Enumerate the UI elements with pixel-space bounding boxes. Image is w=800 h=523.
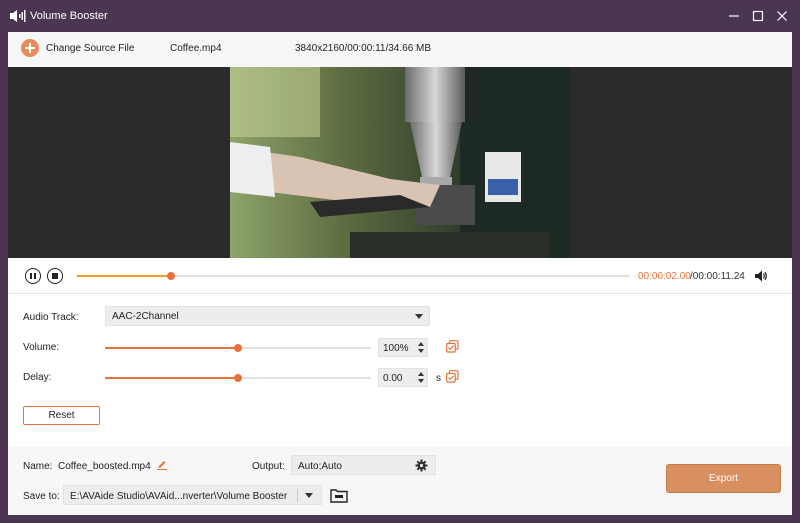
volume-label: Volume: <box>23 342 60 353</box>
main-window: Change Source File Coffee.mp4 3840x2160/… <box>8 32 792 515</box>
volume-slider-handle[interactable] <box>234 344 242 352</box>
stop-button[interactable] <box>47 268 63 284</box>
open-folder-icon[interactable] <box>330 487 348 503</box>
close-icon <box>777 11 787 21</box>
audio-settings-panel: Audio Track: AAC-2Channel Volume: 100% D… <box>8 294 792 447</box>
pause-button[interactable] <box>25 268 41 284</box>
delay-value: 0.00 <box>383 373 403 384</box>
source-bar: Change Source File Coffee.mp4 3840x2160/… <box>8 32 792 67</box>
delay-unit: s <box>436 373 441 384</box>
output-file-name[interactable]: Coffee_boosted.mp4 <box>58 461 151 472</box>
volume-value: 100% <box>383 343 409 354</box>
video-preview <box>8 67 792 258</box>
apply-to-all-icon[interactable] <box>446 340 459 353</box>
export-button[interactable]: Export <box>666 464 781 493</box>
maximize-button[interactable] <box>748 6 768 26</box>
edit-icon[interactable] <box>157 459 167 470</box>
divider <box>297 489 298 502</box>
total-time: /00:00:11.24 <box>690 271 745 282</box>
delay-stepper[interactable]: 0.00 <box>378 368 428 387</box>
save-path-select[interactable]: E:\AVAide Studio\AVAid...nverter\Volume … <box>63 485 322 505</box>
delay-slider-fill <box>105 377 238 379</box>
delay-slider[interactable] <box>105 374 371 382</box>
stepper-down-icon[interactable] <box>418 349 424 353</box>
playback-bar: 00:00:02.00 /00:00:11.24 <box>8 258 792 294</box>
progress-handle[interactable] <box>167 272 175 280</box>
maximize-icon <box>752 10 764 22</box>
current-time: 00:00:02.00 <box>638 271 691 282</box>
output-format-field[interactable]: Auto;Auto <box>291 455 436 475</box>
delay-label: Delay: <box>23 372 52 383</box>
chevron-down-icon[interactable] <box>305 493 313 498</box>
stepper-up-icon[interactable] <box>418 372 424 376</box>
audio-track-value: AAC-2Channel <box>112 311 179 322</box>
close-button[interactable] <box>772 6 792 26</box>
audio-track-select[interactable]: AAC-2Channel <box>105 306 430 326</box>
video-frame <box>230 67 570 258</box>
gear-icon[interactable] <box>415 459 428 472</box>
volume-booster-app-icon <box>10 10 26 22</box>
progress-fill <box>77 275 171 277</box>
stop-icon <box>52 273 58 279</box>
title-bar: Volume Booster <box>0 0 800 32</box>
output-format-value: Auto;Auto <box>298 461 342 472</box>
apply-to-all-icon[interactable] <box>446 370 459 383</box>
stepper-down-icon[interactable] <box>418 379 424 383</box>
volume-slider-fill <box>105 347 238 349</box>
output-bar: Name: Coffee_boosted.mp4 Output: Auto;Au… <box>8 447 792 515</box>
chevron-down-icon <box>415 314 423 319</box>
name-label: Name: <box>23 461 53 472</box>
add-icon[interactable] <box>21 39 39 57</box>
volume-slider[interactable] <box>105 344 371 352</box>
minimize-button[interactable] <box>724 6 744 26</box>
output-label: Output: <box>252 461 285 472</box>
save-to-label: Save to: <box>23 491 60 502</box>
reset-button[interactable]: Reset <box>23 406 100 425</box>
volume-stepper[interactable]: 100% <box>378 338 428 357</box>
change-source-file-button[interactable]: Change Source File <box>46 43 134 54</box>
audio-track-label: Audio Track: <box>23 312 79 323</box>
minimize-icon <box>729 15 739 17</box>
window-title: Volume Booster <box>30 10 108 22</box>
progress-slider[interactable] <box>77 272 630 280</box>
volume-icon[interactable] <box>754 269 768 283</box>
pause-icon <box>30 273 36 279</box>
save-path-value: E:\AVAide Studio\AVAid...nverter\Volume … <box>70 491 288 502</box>
delay-slider-handle[interactable] <box>234 374 242 382</box>
video-frame-image <box>230 67 570 258</box>
source-file-name: Coffee.mp4 <box>170 43 222 54</box>
source-file-info: 3840x2160/00:00:11/34.66 MB <box>295 43 432 54</box>
stepper-up-icon[interactable] <box>418 342 424 346</box>
